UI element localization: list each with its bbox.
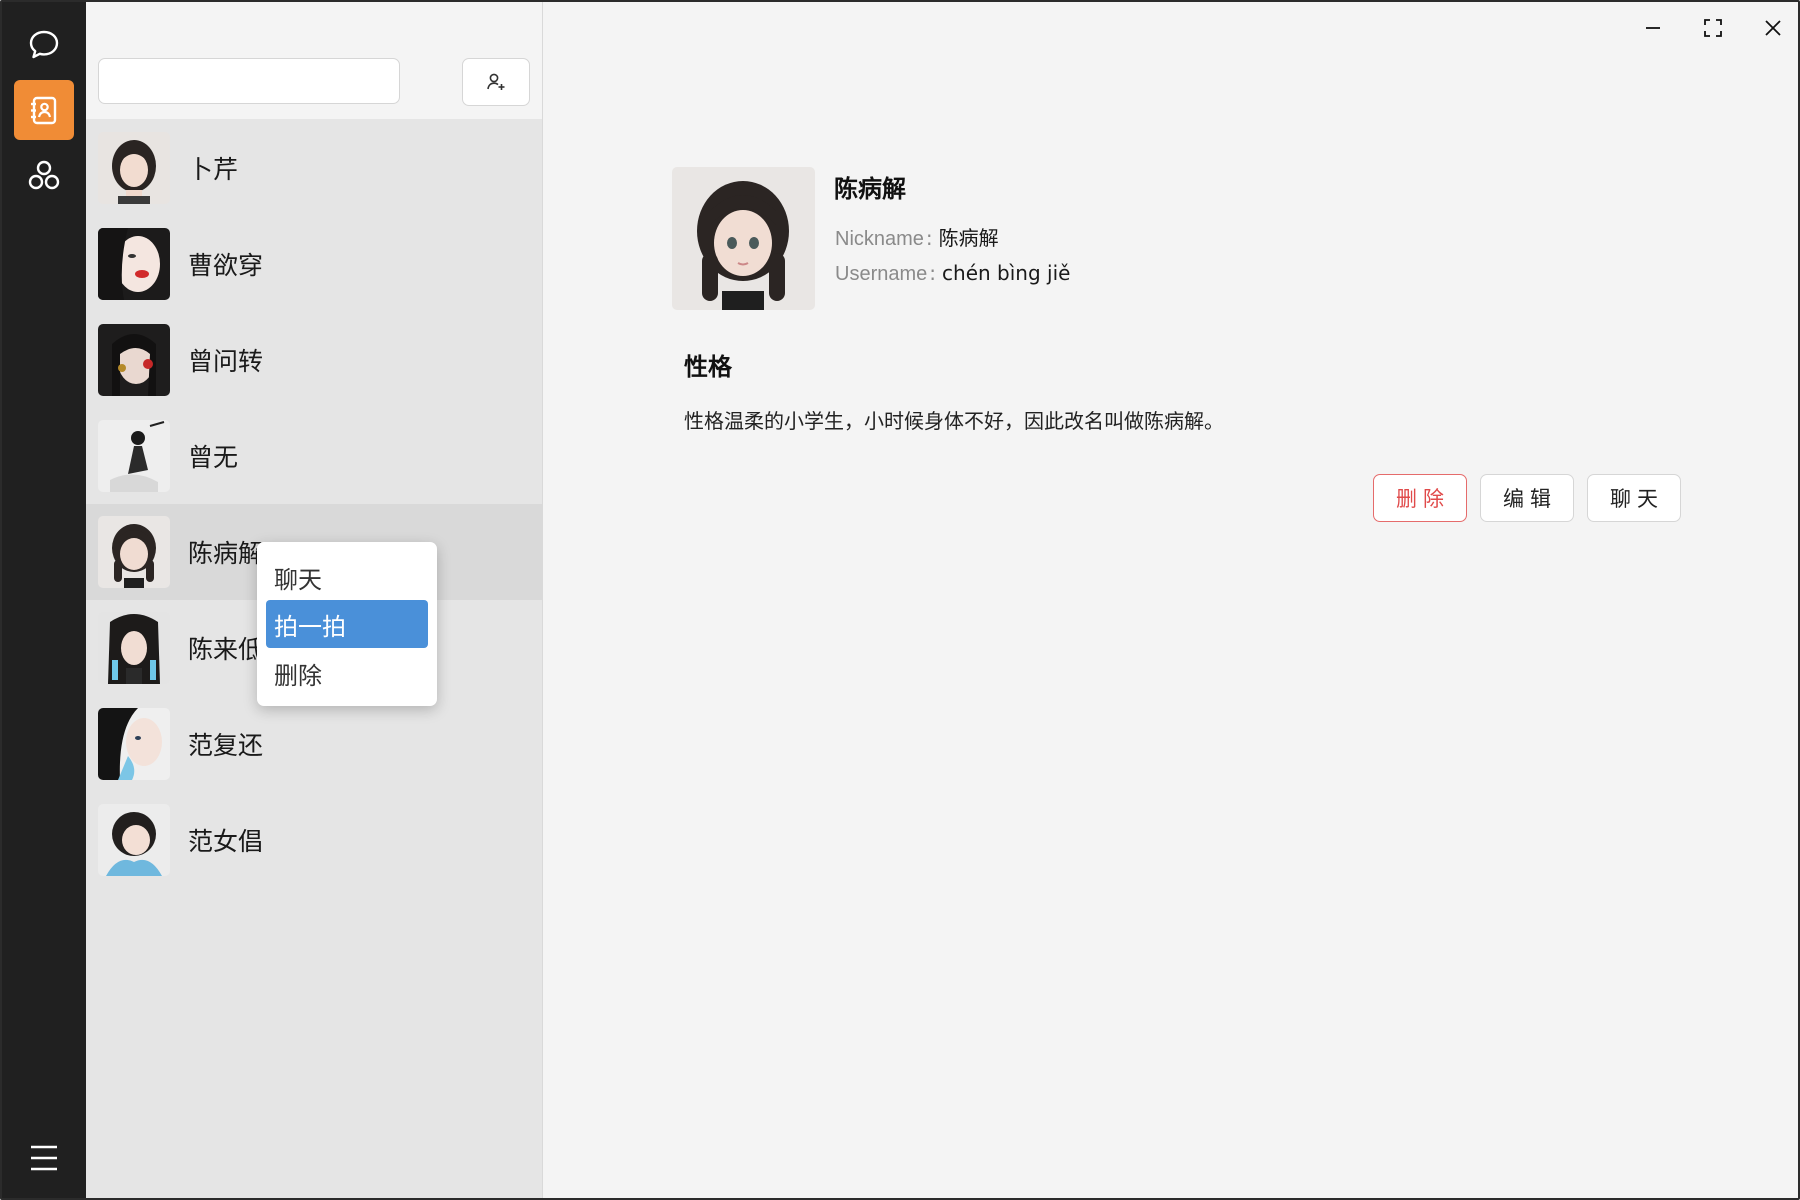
nickname-label: Nickname bbox=[835, 228, 924, 250]
nickname-row: Nickname: 陈病解 bbox=[835, 222, 999, 251]
avatar bbox=[98, 420, 170, 492]
avatar bbox=[98, 516, 170, 588]
context-menu: 聊天 拍一拍 删除 bbox=[257, 542, 437, 706]
context-menu-pat[interactable]: 拍一拍 bbox=[266, 600, 428, 648]
profile-avatar bbox=[672, 167, 815, 310]
search-input[interactable] bbox=[98, 58, 400, 104]
contact-name: 曹欲穿 bbox=[188, 251, 264, 280]
username-row: Username: chén bìng jiě bbox=[835, 261, 1070, 286]
contact-item[interactable]: 曾无 bbox=[86, 408, 542, 504]
nav-rail bbox=[2, 2, 86, 1198]
username-label: Username bbox=[835, 263, 928, 285]
maximize-button[interactable] bbox=[1685, 10, 1741, 46]
delete-button[interactable]: 删除 bbox=[1373, 474, 1467, 522]
contact-item[interactable]: 卜芹 bbox=[86, 120, 542, 216]
contact-item[interactable]: 范女倡 bbox=[86, 792, 542, 888]
contact-item[interactable]: 曾问转 bbox=[86, 312, 542, 408]
groups-icon bbox=[28, 160, 60, 190]
app-window: 卜芹 曹欲穿 曾问转 曾无 陈病解 陈来低 范复还 范女倡 陈病解 Nickna… bbox=[0, 0, 1800, 1200]
close-button[interactable] bbox=[1745, 10, 1798, 46]
context-menu-delete[interactable]: 删除 bbox=[266, 649, 428, 697]
nav-menu-button[interactable] bbox=[14, 1128, 74, 1188]
avatar bbox=[98, 612, 170, 684]
contacts-book-icon bbox=[31, 96, 57, 125]
username-value: chén bìng jiě bbox=[942, 261, 1071, 285]
contact-name: 卜芹 bbox=[188, 155, 239, 184]
fullscreen-icon bbox=[1704, 19, 1722, 37]
avatar bbox=[98, 804, 170, 876]
hamburger-menu-icon bbox=[31, 1145, 57, 1171]
minimize-button[interactable] bbox=[1625, 10, 1681, 46]
contact-name: 范女倡 bbox=[188, 827, 264, 856]
minimize-icon bbox=[1646, 27, 1660, 29]
add-contact-button[interactable] bbox=[462, 58, 530, 106]
chat-button[interactable]: 聊天 bbox=[1587, 474, 1681, 522]
chat-bubble-icon bbox=[29, 30, 59, 59]
delete-button-label: 删除 bbox=[1396, 487, 1450, 511]
add-user-icon bbox=[487, 73, 505, 90]
nav-chats-button[interactable] bbox=[14, 14, 74, 74]
close-icon bbox=[1765, 20, 1781, 36]
contact-name: 陈来低 bbox=[188, 635, 264, 664]
nav-contacts-button[interactable] bbox=[14, 80, 74, 140]
chat-button-label: 聊天 bbox=[1610, 487, 1664, 511]
edit-button[interactable]: 编辑 bbox=[1480, 474, 1574, 522]
label-separator: : bbox=[925, 226, 933, 250]
contact-name: 曾无 bbox=[188, 443, 239, 472]
avatar bbox=[98, 132, 170, 204]
contact-name: 范复还 bbox=[188, 731, 264, 760]
nickname-value: 陈病解 bbox=[938, 226, 999, 250]
contact-item[interactable]: 曹欲穿 bbox=[86, 216, 542, 312]
avatar bbox=[98, 228, 170, 300]
nav-groups-button[interactable] bbox=[14, 146, 74, 206]
contact-name: 曾问转 bbox=[188, 347, 264, 376]
contact-name: 陈病解 bbox=[188, 539, 264, 568]
contact-item[interactable]: 范复还 bbox=[86, 696, 542, 792]
avatar bbox=[98, 324, 170, 396]
context-menu-chat[interactable]: 聊天 bbox=[266, 553, 428, 601]
profile-name: 陈病解 bbox=[834, 175, 906, 203]
avatar bbox=[98, 708, 170, 780]
edit-button-label: 编辑 bbox=[1503, 487, 1557, 511]
personality-heading: 性格 bbox=[684, 353, 732, 381]
label-separator: : bbox=[929, 261, 937, 285]
personality-text: 性格温柔的小学生，小时候身体不好，因此改名叫做陈病解。 bbox=[684, 409, 1224, 433]
